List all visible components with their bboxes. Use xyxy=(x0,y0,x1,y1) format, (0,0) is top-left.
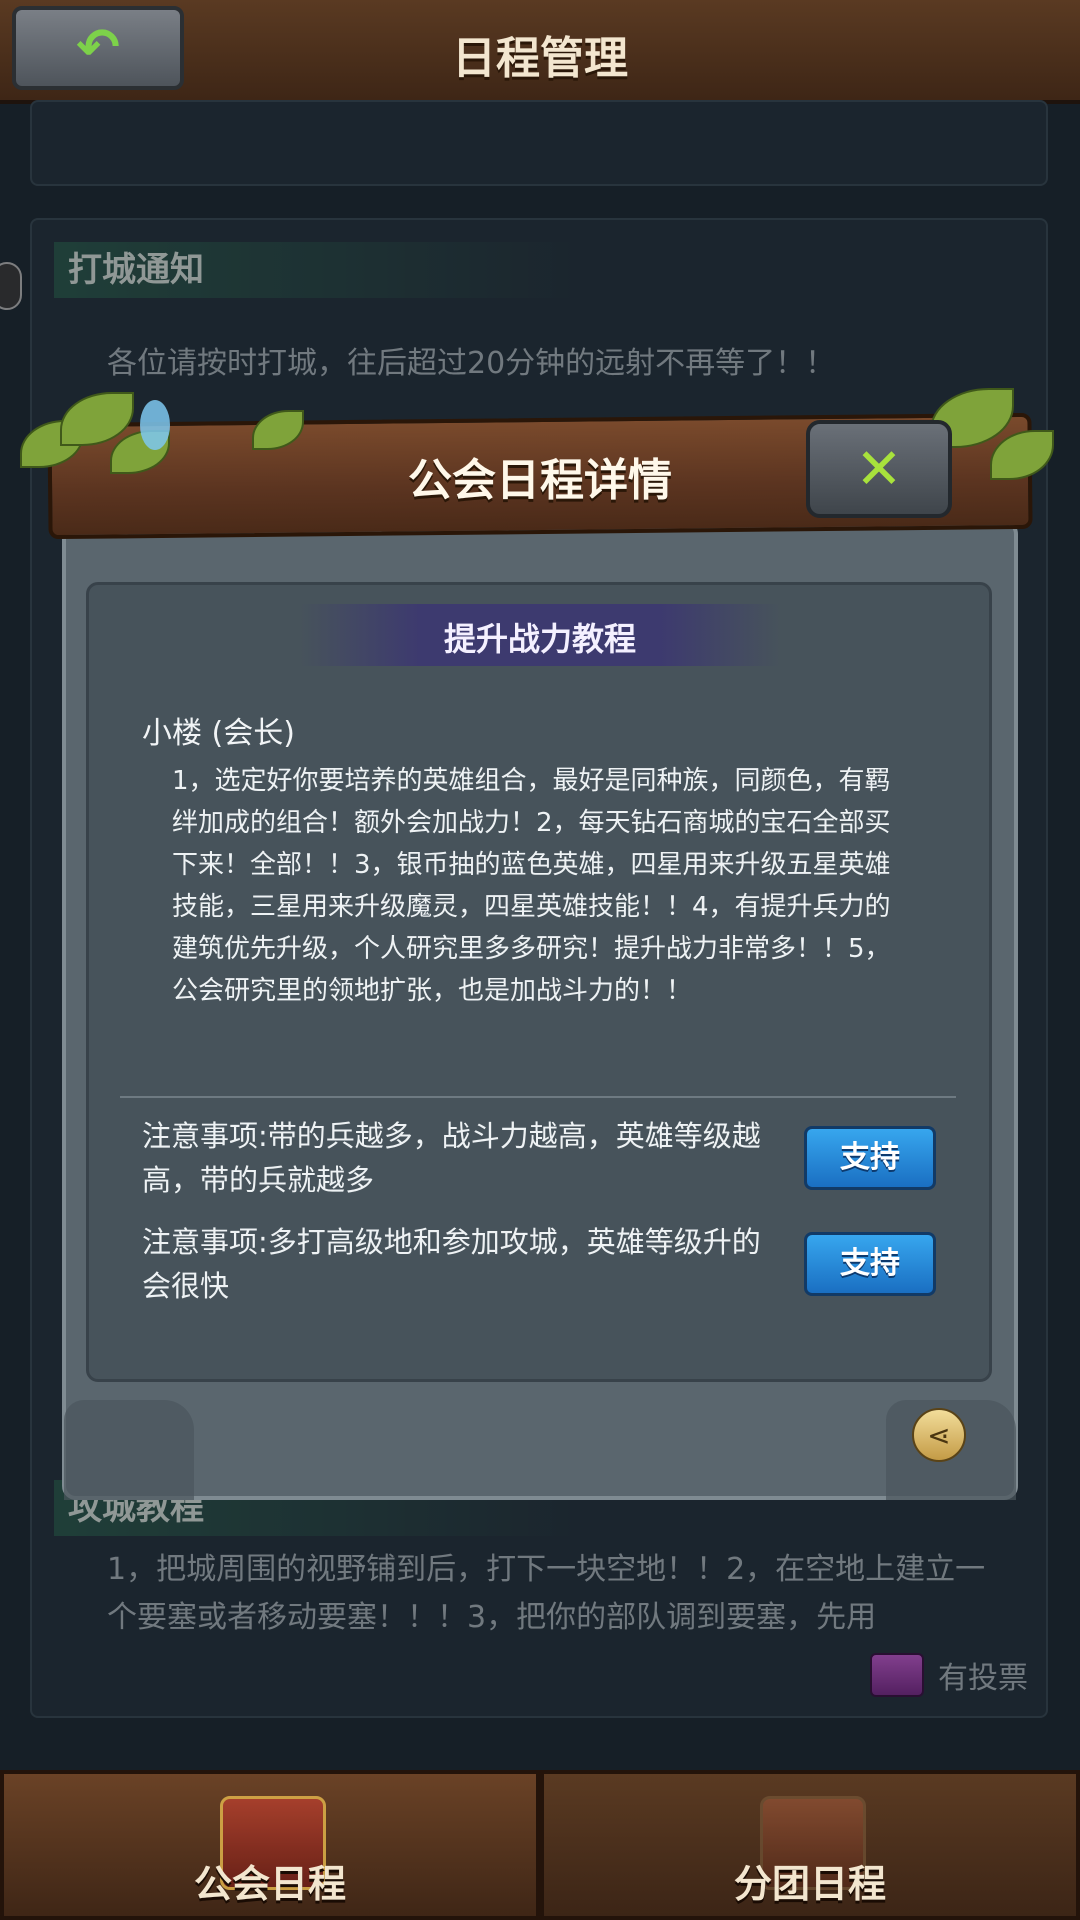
rock-decoration-left xyxy=(64,1400,194,1500)
author-label: 小楼 (会长) xyxy=(142,716,295,751)
tab-guild-schedule[interactable]: 公会日程 xyxy=(0,1770,540,1920)
divider xyxy=(120,1096,956,1098)
note-text: 注意事项:多打高级地和参加攻城，英雄等级升的会很快 xyxy=(142,1225,761,1303)
close-x-icon: ✕ xyxy=(855,436,903,502)
share-icon: ⋖ xyxy=(927,1418,951,1452)
top-bar: ↶ 日程管理 xyxy=(0,0,1080,104)
schedule-content: 1，选定好你要培养的英雄组合，最好是同种族，同颜色，有羁绊加成的组合！额外会加战… xyxy=(172,766,891,1006)
page-title: 日程管理 xyxy=(452,33,628,84)
tab-group-schedule[interactable]: 分团日程 xyxy=(540,1770,1080,1920)
schedule-subtitle: 提升战力教程 xyxy=(443,620,636,658)
tab-label: 公会日程 xyxy=(193,1862,346,1906)
support-button[interactable]: 支持 xyxy=(804,1126,936,1190)
butterfly-icon xyxy=(140,400,170,450)
close-button[interactable]: ✕ xyxy=(806,420,952,518)
bottom-nav: 公会日程 分团日程 xyxy=(0,1770,1080,1920)
share-button[interactable]: ⋖ xyxy=(912,1408,966,1462)
note-text: 注意事项:带的兵越多，战斗力越高，英雄等级越高，带的兵就越多 xyxy=(142,1119,761,1197)
tab-label: 分团日程 xyxy=(733,1862,886,1906)
support-button[interactable]: 支持 xyxy=(804,1232,936,1296)
